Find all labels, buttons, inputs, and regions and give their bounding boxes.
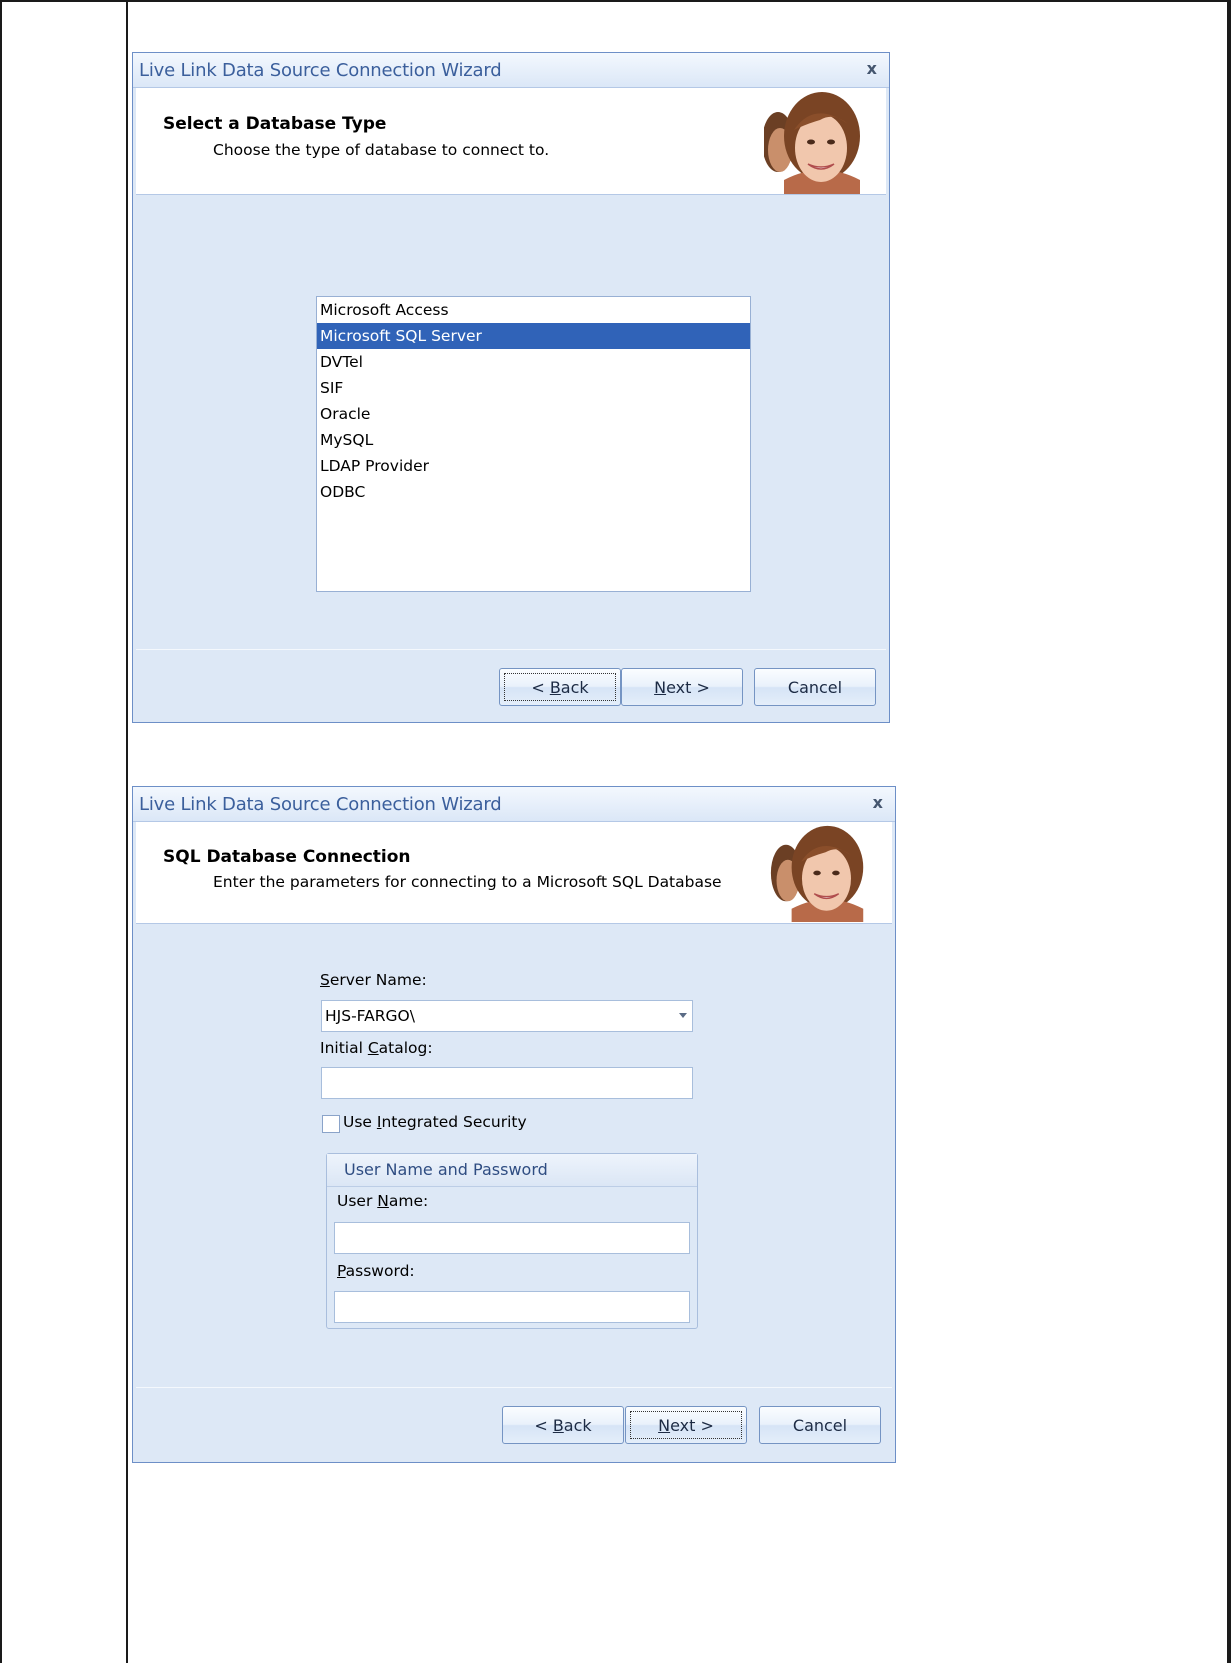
focus-rectangle [504,673,616,701]
group-caption: User Name and Password [327,1154,697,1187]
integrated-security-label[interactable]: Use Integrated Security [343,1113,527,1131]
back-button[interactable]: < Back [499,668,621,706]
group-caption-text: User Name and Password [344,1160,548,1179]
server-name-label: Server Name: [320,971,427,989]
wizard-select-database-type: Live Link Data Source Connection Wizard … [132,52,890,723]
window-title: Live Link Data Source Connection Wizard [139,60,502,81]
list-item[interactable]: MySQL [317,427,750,453]
credentials-groupbox: User Name and Password User Name: Passwo… [326,1153,698,1329]
list-item[interactable]: Oracle [317,401,750,427]
user-name-label: User Name: [337,1192,429,1210]
focus-rectangle [630,1411,742,1439]
server-name-value: HJS-FARGO\ [325,1007,415,1025]
cancel-button-label: Cancel [792,1415,848,1435]
page-subtitle: Enter the parameters for connecting to a… [213,873,722,891]
cancel-button[interactable]: Cancel [759,1406,881,1444]
wizard-sql-database-connection: Live Link Data Source Connection Wizard … [132,786,896,1463]
cancel-button-label: Cancel [787,677,843,697]
list-item[interactable]: SIF [317,375,750,401]
close-icon[interactable]: x [867,59,877,78]
chevron-down-icon[interactable] [679,1013,687,1018]
right-border [1227,0,1229,1663]
people-photo-icon [770,824,864,922]
initial-catalog-input[interactable] [321,1067,693,1099]
column-divider [126,0,128,1663]
footer-separator [136,649,886,650]
cancel-button[interactable]: Cancel [754,668,876,706]
page-subtitle: Choose the type of database to connect t… [213,141,550,159]
next-button[interactable]: Next > [625,1406,747,1444]
database-type-listbox[interactable]: Microsoft Access Microsoft SQL Server DV… [316,296,751,592]
page-title: Select a Database Type [163,114,387,134]
back-button[interactable]: < Back [502,1406,624,1444]
list-item[interactable]: Microsoft Access [317,297,750,323]
integrated-security-checkbox[interactable] [322,1115,340,1133]
titlebar: Live Link Data Source Connection Wizard … [133,53,889,88]
list-item[interactable]: LDAP Provider [317,453,750,479]
initial-catalog-label: Initial Catalog: [320,1039,433,1057]
list-item[interactable]: DVTel [317,349,750,375]
user-name-input[interactable] [334,1222,690,1254]
wizard-header: SQL Database Connection Enter the parame… [136,822,892,924]
back-button-label: < Back [534,1415,592,1435]
next-button[interactable]: Next > [621,668,743,706]
server-name-combobox[interactable]: HJS-FARGO\ [321,1000,693,1032]
password-label: Password: [337,1262,415,1280]
list-item[interactable]: ODBC [317,479,750,505]
wizard-header: Select a Database Type Choose the type o… [136,88,886,195]
people-photo-icon [764,90,860,194]
page-title: SQL Database Connection [163,847,411,867]
close-icon[interactable]: x [873,793,883,812]
footer-separator [136,1387,892,1388]
password-input[interactable] [334,1291,690,1323]
window-title: Live Link Data Source Connection Wizard [139,794,502,815]
list-item-selected[interactable]: Microsoft SQL Server [317,323,750,349]
titlebar: Live Link Data Source Connection Wizard … [133,787,895,822]
next-button-label: Next > [654,677,710,697]
